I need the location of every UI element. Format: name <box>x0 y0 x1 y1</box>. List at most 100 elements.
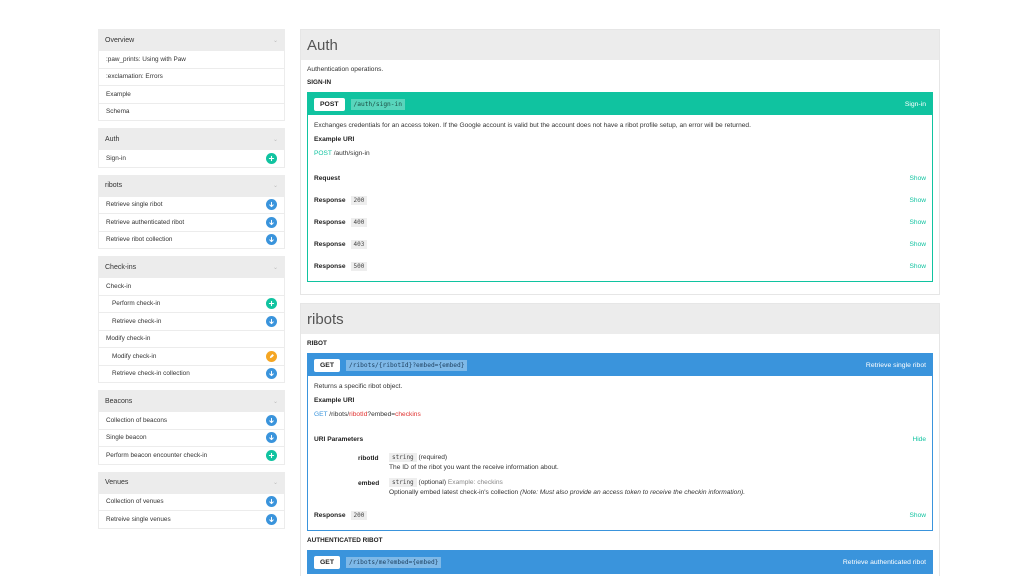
param-item: embed string (optional) Example: checkin… <box>358 478 926 498</box>
response-code: 500 <box>350 261 368 271</box>
show-toggle[interactable]: Show <box>910 219 927 226</box>
sidebar-item-exclamation-errors[interactable]: :exclamation: Errors <box>98 68 285 86</box>
method-badge: GET <box>314 555 340 569</box>
uri-params-label: URI Parameters <box>314 435 364 443</box>
sidebar-item-label: Single beacon <box>106 434 147 442</box>
sidebar-group-check-ins: Check-ins ⌄ Check-in Perform check-in Retrie… <box>98 256 285 383</box>
chevron-down-icon: ⌄ <box>272 136 278 143</box>
sidebar-item-label: Check-in <box>106 282 132 290</box>
sidebar-item-perform-beacon-encounter-check-in[interactable]: Perform beacon encounter check-in <box>98 447 285 465</box>
param-type: string <box>389 478 417 487</box>
sidebar-item-retreive-single-venues[interactable]: Retreive single venues <box>98 511 285 529</box>
response-row: Response 403 Show <box>314 233 926 255</box>
chevron-down-icon: ⌄ <box>272 183 278 189</box>
ribots-section: ribots RIBOT GET /ribots/{ribotId}?embed… <box>300 303 940 576</box>
sidebar-item-retrieve-ribot-collection[interactable]: Retrieve ribot collection <box>98 231 285 249</box>
example-path: /auth/sign-in <box>333 150 370 157</box>
example-method: POST <box>314 150 332 157</box>
endpoint-description: Exchanges credentials for an access toke… <box>314 122 751 129</box>
example-path-variable: checkins <box>395 411 421 418</box>
sidebar-item-check-in[interactable]: Check-in <box>98 278 285 296</box>
method-badge: GET <box>314 358 340 372</box>
sidebar-item-retrieve-single-ribot[interactable]: Retrieve single ribot <box>98 196 285 214</box>
response-label: Response <box>314 511 346 519</box>
sidebar-item-label: Modify check-in <box>112 352 157 360</box>
sidebar-item-label: Retrieve ribot collection <box>106 236 173 244</box>
sidebar-group-title: Beacons <box>105 397 133 405</box>
arrow-down-icon <box>266 513 277 525</box>
arrow-down-icon <box>266 199 277 211</box>
section-title: ribots <box>301 304 939 334</box>
sidebar-item-collection-of-beacons[interactable]: Collection of beacons <box>98 412 285 430</box>
response-code: 200 <box>350 195 368 205</box>
show-toggle[interactable]: Show <box>910 263 927 270</box>
sidebar-item-paw-prints-using-with-paw[interactable]: :paw_prints: Using with Paw <box>98 51 285 69</box>
section-title: Auth <box>301 30 939 60</box>
sidebar-item-retrieve-authenticated-ribot[interactable]: Retrieve authenticated ribot <box>98 214 285 232</box>
sidebar-item-retrieve-check-in-collection[interactable]: Retrieve check-in collection <box>98 365 285 383</box>
endpoint-path: /ribots/me?embed={embed} <box>345 556 442 568</box>
sidebar-item-single-beacon[interactable]: Single beacon <box>98 429 285 447</box>
sidebar-item-collection-of-venues[interactable]: Collection of venues <box>98 493 285 511</box>
param-description: Optionally embed latest check-in's colle… <box>389 489 519 496</box>
sidebar-group-title: Check-ins <box>105 263 137 271</box>
endpoint-description: Returns a specific ribot object. <box>314 383 403 390</box>
arrow-down-icon <box>266 432 277 444</box>
param-name: ribotId <box>358 455 379 462</box>
endpoint-header[interactable]: POST /auth/sign-in Sign-in <box>308 93 932 115</box>
plus-icon <box>266 298 277 310</box>
request-label: Request <box>314 174 341 182</box>
response-row: Response 500 Show <box>314 255 926 277</box>
arrow-down-icon <box>266 496 277 508</box>
sidebar-item-sign-in[interactable]: Sign-in <box>98 150 285 168</box>
sidebar-group-header[interactable]: Beacons ⌄ <box>98 390 285 412</box>
auth-section: Auth Authentication operations. SIGN-IN … <box>300 29 940 295</box>
show-toggle[interactable]: Show <box>910 241 927 248</box>
sidebar-group-header[interactable]: Overview ⌄ <box>98 29 285 51</box>
response-code: 400 <box>350 217 368 227</box>
sidebar-item-label: Sign-in <box>106 154 126 162</box>
example-path-query: ?embed= <box>367 411 396 418</box>
endpoint-path: /auth/sign-in <box>350 98 405 110</box>
hide-toggle[interactable]: Hide <box>912 436 926 443</box>
show-toggle[interactable]: Show <box>910 175 927 182</box>
sidebar-item-retrieve-check-in[interactable]: Retrieve check-in <box>98 313 285 331</box>
example-uri-label: Example URI <box>314 397 355 404</box>
endpoint-header[interactable]: GET /ribots/{ribotId}?embed={embed} Retr… <box>308 354 932 376</box>
sidebar-item-label: Perform beacon encounter check-in <box>106 451 208 459</box>
example-path-variable: ribotId <box>349 411 368 418</box>
response-label: Response <box>314 196 346 204</box>
sidebar-group-venues: Venues ⌄ Collection of venues Retreive sing… <box>98 471 285 529</box>
show-toggle[interactable]: Show <box>910 197 927 204</box>
example-uri-label: Example URI <box>314 136 355 143</box>
method-badge: POST <box>314 97 345 111</box>
uri-params-row: URI Parameters Hide <box>314 428 926 450</box>
endpoint-retrieve-single-ribot: GET /ribots/{ribotId}?embed={embed} Retr… <box>307 353 933 531</box>
sidebar: Overview ⌄:paw_prints: Using with Paw:exc… <box>98 29 285 536</box>
endpoint-header[interactable]: GET /ribots/me?embed={embed} Retrieve au… <box>308 551 932 573</box>
sidebar-item-example[interactable]: Example <box>98 86 285 104</box>
sidebar-group-header[interactable]: Check-ins ⌄ <box>98 256 285 278</box>
sidebar-group-header[interactable]: Venues ⌄ <box>98 471 285 494</box>
sidebar-group-title: Overview <box>105 36 135 44</box>
sidebar-item-perform-check-in[interactable]: Perform check-in <box>98 295 285 313</box>
sidebar-group-title: Auth <box>105 135 120 143</box>
sidebar-item-label: Example <box>106 90 131 98</box>
section-description: Authentication operations. <box>307 66 384 73</box>
sidebar-item-modify-check-in[interactable]: Modify check-in <box>98 330 285 348</box>
sidebar-group-header[interactable]: ribots ⌄ <box>98 174 285 197</box>
show-toggle[interactable]: Show <box>910 512 927 519</box>
sidebar-group-header[interactable]: Auth ⌄ <box>98 128 285 150</box>
sidebar-group-beacons: Beacons ⌄ Collection of beacons Single beac… <box>98 390 285 465</box>
sidebar-group-auth: Auth ⌄ Sign-in <box>98 128 285 168</box>
sidebar-item-schema[interactable]: Schema <box>98 103 285 121</box>
sidebar-item-label: Perform check-in <box>112 300 161 308</box>
endpoint-name: Retrieve single ribot <box>865 361 926 369</box>
pencil-icon <box>266 350 277 362</box>
sidebar-item-label: :paw_prints: Using with Paw <box>106 55 186 63</box>
sidebar-item-modify-check-in[interactable]: Modify check-in <box>98 348 285 366</box>
response-label: Response <box>314 262 346 270</box>
plus-icon <box>266 449 277 461</box>
sidebar-item-label: Retrieve single ribot <box>106 201 163 209</box>
response-label: Response <box>314 218 346 226</box>
